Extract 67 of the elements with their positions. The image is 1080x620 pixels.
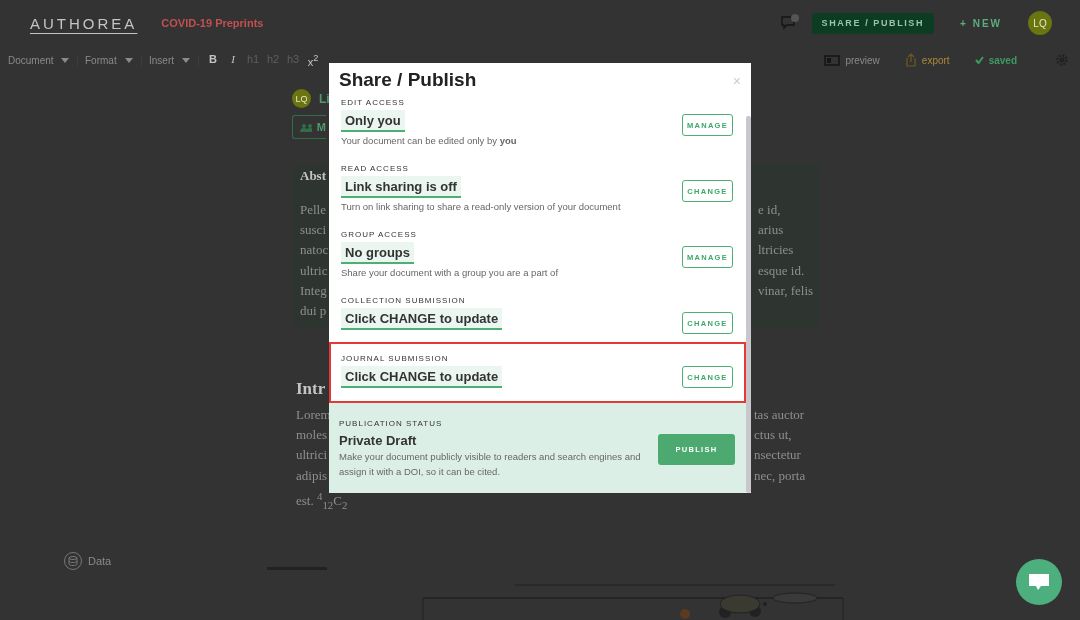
members-button[interactable]: M [292, 115, 326, 139]
paragraph-text: ultric [300, 262, 328, 278]
paragraph-text: esque id. [758, 261, 806, 280]
saved-status: saved [974, 54, 1017, 66]
paragraph-text: tas auctor [754, 406, 806, 424]
paragraph-text: ltricies [758, 241, 795, 260]
export-button[interactable]: export [904, 53, 950, 67]
publication-status: Private Draft [339, 433, 418, 449]
abstract-heading: Abst [300, 168, 326, 183]
format-button[interactable]: x$^{2}$ [306, 52, 320, 68]
paragraph-text: susci [300, 222, 326, 238]
paragraph-text: ultrici [296, 447, 328, 463]
paragraph-text: natoc [300, 242, 329, 258]
setting-value: Only you [341, 110, 405, 132]
paragraph-text: nsectetur [754, 446, 802, 465]
paragraph-text: est. $^{4}$$_{12}$C$_{2}$ [296, 493, 348, 509]
export-icon [904, 53, 917, 67]
section-description: Make your document publicly visible to readers and search engines and assign it with a DOI, so it can be cited. [339, 450, 642, 479]
people-icon [300, 122, 312, 132]
author-avatar[interactable]: LQ [292, 89, 311, 108]
author-name[interactable]: Li [319, 91, 330, 106]
check-icon [974, 56, 984, 64]
format-button[interactable]: B [206, 52, 220, 68]
preview-icon [824, 54, 841, 66]
paragraph-text: dui p [300, 302, 327, 318]
paragraph-text: Integ [300, 282, 327, 298]
caret-icon [182, 57, 190, 63]
setting-value: No groups [341, 242, 414, 264]
paragraph-text: adipis [296, 467, 328, 483]
chat-button[interactable] [1016, 559, 1062, 605]
modal-title: Share / Publish [339, 69, 477, 91]
section-label: JOURNAL SUBMISSION [341, 354, 450, 364]
share-publish-button[interactable]: SHARE / PUBLISH [811, 12, 935, 34]
paragraph-text: nec, porta [754, 466, 807, 485]
caret-icon [61, 57, 69, 63]
preview-button[interactable]: preview [824, 54, 880, 66]
section-description: Your document can be edited only by you [341, 135, 518, 146]
collection-name[interactable]: COVID-19 Preprints [161, 17, 264, 29]
setting-value: Click CHANGE to update [341, 366, 503, 388]
section-label: COLLECTION SUBMISSION [341, 296, 467, 306]
caret-icon [125, 57, 133, 63]
section-label: READ ACCESS [341, 164, 410, 174]
setting-value: Link sharing is off [341, 176, 461, 198]
data-sidebar-item[interactable]: Data [64, 552, 112, 570]
app-logo[interactable]: AUTHOREA [30, 14, 138, 32]
database-icon [64, 552, 82, 570]
section-label: EDIT ACCESS [341, 98, 406, 108]
paragraph-text: arius [758, 221, 785, 240]
paragraph-text: ctus ut, [754, 426, 793, 445]
section-heading: Intr [296, 379, 326, 398]
section-description: Turn on link sharing to share a read-only version of your document [341, 201, 622, 212]
scrollbar[interactable] [746, 116, 751, 493]
setting-value: Click CHANGE to update [341, 308, 503, 330]
paragraph-text: Pelle [300, 202, 326, 217]
paragraph-text: moles [296, 427, 328, 443]
paragraph-text: vinar, felis [758, 281, 814, 300]
comments-icon[interactable] [779, 14, 800, 32]
section-description: Share your document with a group you are a part of [341, 267, 560, 278]
section-label: GROUP ACCESS [341, 230, 418, 240]
menu-dropdown[interactable]: Format [85, 54, 142, 66]
paragraph-text: e id, [758, 201, 782, 219]
menu-dropdown[interactable]: Insert [149, 54, 199, 66]
new-button[interactable]: + NEW [956, 17, 1006, 29]
format-button[interactable]: I [226, 52, 240, 68]
menu-dropdown[interactable]: Document [8, 54, 78, 66]
section-label: PUBLICATION STATUS [339, 419, 444, 430]
user-avatar[interactable]: LQ [1028, 11, 1052, 35]
